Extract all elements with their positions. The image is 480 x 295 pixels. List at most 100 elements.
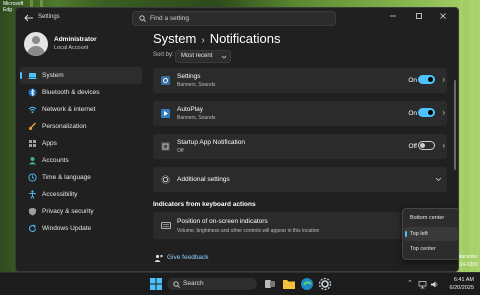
bluetooth-icon bbox=[28, 88, 37, 97]
sidebar-item-label: Time & language bbox=[42, 174, 91, 181]
sidebar-item-apps[interactable]: Apps bbox=[20, 135, 142, 152]
sidebar-item-label: Apps bbox=[42, 140, 57, 147]
sidebar-item-accessibility[interactable]: Accessibility bbox=[20, 186, 142, 203]
back-arrow-icon[interactable] bbox=[24, 14, 34, 22]
close-button[interactable] bbox=[430, 8, 456, 24]
startup-app-icon bbox=[161, 142, 170, 151]
app-subtitle: Banners, Sounds bbox=[177, 115, 216, 121]
notification-toggle[interactable] bbox=[418, 141, 435, 150]
search-icon bbox=[173, 281, 180, 288]
app-notification-autoplay[interactable]: AutoPlay Banners, Sounds On › bbox=[153, 101, 447, 126]
notification-toggle[interactable] bbox=[418, 108, 435, 117]
taskbar-search[interactable]: Search bbox=[167, 278, 257, 290]
app-title: AutoPlay bbox=[177, 106, 204, 113]
sidebar-nav: System Bluetooth & devices Network & int… bbox=[20, 67, 142, 237]
sort-label: Sort by: bbox=[153, 52, 174, 58]
edge-browser-icon[interactable] bbox=[300, 277, 314, 291]
dropdown-option-label: Top center bbox=[410, 246, 436, 252]
maximize-button[interactable] bbox=[406, 8, 432, 24]
sidebar-item-accounts[interactable]: Accounts bbox=[20, 152, 142, 169]
app-subtitle: Off bbox=[177, 148, 184, 154]
toggle-state-label: Off bbox=[408, 143, 417, 150]
search-placeholder: Find a setting bbox=[150, 15, 190, 22]
chevron-down-icon[interactable] bbox=[435, 176, 442, 183]
app-notification-startup[interactable]: Startup App Notification Off Off › bbox=[153, 134, 447, 159]
notification-toggle[interactable] bbox=[418, 75, 435, 84]
sidebar-item-label: Accounts bbox=[42, 157, 69, 164]
sidebar-item-label: Personalization bbox=[42, 123, 87, 130]
sidebar-item-label: Privacy & security bbox=[42, 208, 94, 215]
network-icon[interactable] bbox=[418, 280, 427, 289]
dropdown-option-top-center[interactable]: Top center bbox=[404, 242, 458, 256]
app-subtitle: Banners, Sounds bbox=[177, 82, 216, 88]
app-title: Settings bbox=[177, 73, 201, 80]
sidebar-item-time-language[interactable]: Time & language bbox=[20, 169, 142, 186]
desktop-side-text-1: atacenter bbox=[457, 254, 478, 260]
app-notification-settings[interactable]: Settings Banners, Sounds On › bbox=[153, 68, 447, 93]
sidebar-item-bluetooth[interactable]: Bluetooth & devices bbox=[20, 84, 142, 101]
sidebar-item-personalization[interactable]: Personalization bbox=[20, 118, 142, 135]
keyboard-icon bbox=[161, 222, 171, 229]
sidebar-item-label: Accessibility bbox=[42, 191, 78, 198]
content-scrollbar[interactable] bbox=[454, 80, 456, 170]
settings-app-icon[interactable] bbox=[318, 277, 332, 291]
indicator-position-title: Position of on-screen indicators bbox=[177, 218, 268, 225]
accessibility-icon bbox=[29, 190, 36, 199]
keyboard-indicators-heading: Indicators from keyboard actions bbox=[153, 201, 256, 208]
breadcrumb-parent[interactable]: System bbox=[153, 31, 196, 46]
chevron-down-icon bbox=[221, 55, 227, 59]
sidebar-item-privacy[interactable]: Privacy & security bbox=[20, 203, 142, 220]
maximize-icon bbox=[416, 13, 422, 19]
taskbar: Search ⌃ 6:41 AM 6/20/2025 bbox=[0, 272, 480, 295]
minimize-icon bbox=[390, 15, 396, 17]
sort-dropdown[interactable]: Most recent bbox=[175, 50, 231, 63]
breadcrumb-separator: › bbox=[201, 35, 205, 46]
wallpaper-stalk bbox=[470, 0, 473, 272]
title-bar[interactable]: Settings Find a setting bbox=[16, 8, 458, 28]
minimize-button[interactable] bbox=[380, 8, 406, 24]
sidebar-item-label: Windows Update bbox=[42, 225, 92, 232]
sort-value: Most recent bbox=[181, 53, 213, 59]
chevron-up-icon[interactable]: ⌃ bbox=[407, 279, 413, 287]
sidebar-item-windows-update[interactable]: Windows Update bbox=[20, 220, 142, 237]
additional-settings-label: Additional settings bbox=[177, 176, 230, 183]
brush-icon bbox=[29, 122, 36, 130]
laptop-icon bbox=[28, 73, 37, 79]
indicator-position-dropdown: Bottom center Top left Top center bbox=[402, 208, 458, 260]
sidebar-item-system[interactable]: System bbox=[20, 67, 142, 84]
file-explorer-icon[interactable] bbox=[282, 277, 296, 291]
task-view-icon[interactable] bbox=[263, 277, 277, 291]
additional-settings-expander[interactable]: Additional settings bbox=[153, 167, 447, 192]
person-icon bbox=[29, 157, 36, 165]
volume-icon[interactable] bbox=[430, 280, 439, 289]
autoplay-icon bbox=[161, 109, 170, 118]
chevron-right-icon[interactable]: › bbox=[442, 141, 445, 150]
profile-name: Administrator bbox=[54, 36, 97, 43]
dropdown-option-top-left[interactable]: Top left bbox=[404, 227, 458, 241]
search-icon bbox=[139, 15, 146, 22]
start-windows-icon[interactable] bbox=[149, 277, 163, 291]
account-profile[interactable]: Administrator Local Account bbox=[23, 31, 143, 59]
sidebar-item-network[interactable]: Network & internet bbox=[20, 101, 142, 118]
close-icon bbox=[440, 13, 446, 19]
dropdown-option-label: Bottom center bbox=[410, 215, 445, 221]
toggle-state-label: On bbox=[408, 77, 417, 84]
chevron-right-icon[interactable]: › bbox=[442, 75, 445, 84]
gear-icon bbox=[161, 76, 170, 85]
system-clock[interactable]: 6:41 AM 6/20/2025 bbox=[450, 276, 474, 292]
find-setting-search[interactable]: Find a setting bbox=[132, 11, 336, 26]
clock-time: 6:41 AM bbox=[453, 277, 474, 283]
dropdown-option-bottom-center[interactable]: Bottom center bbox=[404, 211, 458, 225]
wallpaper-stalk bbox=[460, 0, 463, 272]
gear-icon bbox=[161, 175, 170, 184]
taskbar-search-label: Search bbox=[183, 280, 204, 287]
sidebar-item-label: System bbox=[42, 72, 64, 79]
indicator-position-subtitle: Volume, brightness and other controls wi… bbox=[177, 228, 320, 234]
sidebar-item-label: Network & internet bbox=[42, 106, 96, 113]
apps-icon bbox=[29, 140, 36, 147]
chevron-right-icon[interactable]: › bbox=[442, 108, 445, 117]
page-title: Notifications bbox=[209, 31, 281, 46]
clock-date: 6/20/2025 bbox=[449, 285, 474, 291]
breadcrumb: System › Notifications bbox=[153, 31, 281, 46]
toggle-state-label: On bbox=[408, 110, 417, 117]
